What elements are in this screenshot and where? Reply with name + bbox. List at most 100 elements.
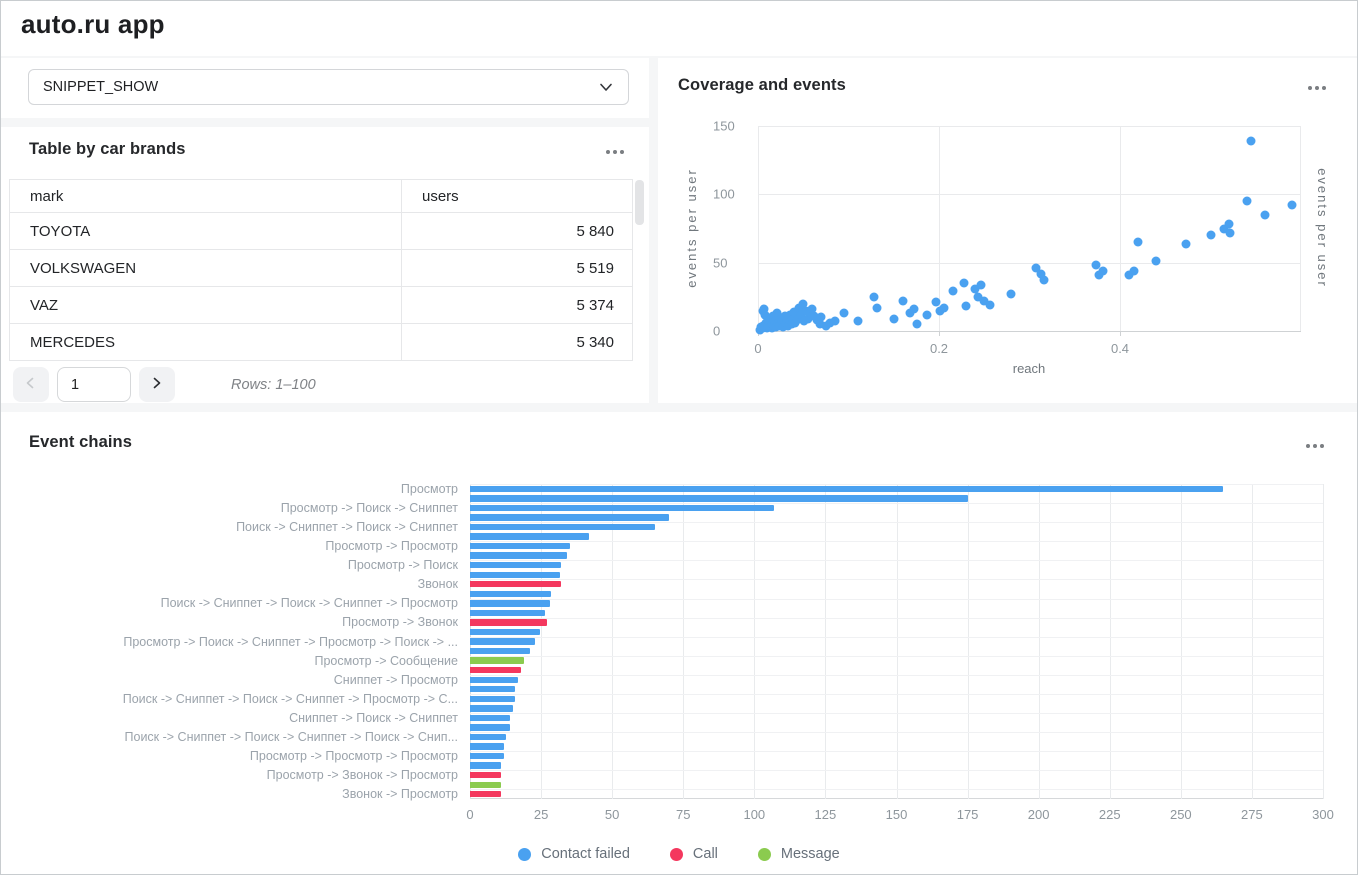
- page-number-input[interactable]: [57, 367, 131, 402]
- bar: [470, 657, 524, 663]
- legend-swatch-icon: [670, 848, 683, 861]
- cell-mark: TOYOTA: [10, 213, 402, 250]
- bar: [470, 533, 589, 539]
- bar: [470, 581, 561, 587]
- category-label: Поиск -> Сниппет -> Поиск -> Сниппет -> …: [123, 692, 458, 706]
- x-tick-label: 150: [886, 807, 908, 822]
- category-label: Просмотр -> Звонок -> Просмотр: [267, 768, 458, 782]
- dashboard-page: auto.ru app SNIPPET_SHOW Table by car br…: [0, 0, 1358, 875]
- table-pagination: Rows: 1–100: [13, 367, 316, 402]
- grid-line: [470, 751, 1323, 752]
- y-axis-title-left: events per user: [684, 168, 699, 288]
- event-chains-menu-button[interactable]: [1302, 438, 1328, 454]
- category-label: Звонок -> Просмотр: [342, 787, 458, 801]
- bar: [470, 782, 501, 788]
- category-label: Просмотр -> Поиск: [348, 558, 458, 572]
- x-tick-label: 300: [1312, 807, 1334, 822]
- x-axis-title: reach: [1013, 361, 1046, 376]
- coverage-widget-menu-button[interactable]: [1304, 80, 1330, 96]
- prev-page-button[interactable]: [13, 367, 49, 402]
- bar: [470, 629, 540, 635]
- category-label: Просмотр -> Просмотр -> Просмотр: [250, 749, 458, 763]
- bar: [470, 743, 504, 749]
- legend-label: Message: [781, 846, 840, 862]
- legend-item-contact_failed[interactable]: Contact failed: [518, 846, 630, 862]
- grid-line: [1323, 484, 1324, 799]
- scatter-point: [948, 287, 957, 296]
- x-tick-label: 0.2: [930, 341, 948, 356]
- bar: [470, 734, 506, 740]
- grid-line: [470, 675, 1323, 676]
- table-row: MERCEDES5 340: [10, 324, 633, 361]
- legend-swatch-icon: [518, 848, 531, 861]
- bar: [470, 696, 515, 702]
- scatter-point: [1206, 231, 1215, 240]
- grid-line: [470, 637, 1323, 638]
- category-label: Поиск -> Сниппет -> Поиск -> Сниппет: [236, 520, 458, 534]
- scatter-plot-area: [758, 126, 1301, 331]
- category-label: Сниппет -> Просмотр: [334, 673, 458, 687]
- scatter-point: [909, 305, 918, 314]
- scatter-point: [1007, 290, 1016, 299]
- bar: [470, 762, 501, 768]
- page-title: auto.ru app: [21, 9, 165, 40]
- table-row: VAZ5 374: [10, 287, 633, 324]
- y-tick-label: 50: [713, 255, 749, 270]
- cell-mark: VOLKSWAGEN: [10, 250, 402, 287]
- bar: [470, 715, 510, 721]
- event-type-select[interactable]: SNIPPET_SHOW: [28, 69, 629, 105]
- y-axis-title-right: events per user: [1315, 168, 1330, 288]
- scatter-point: [1152, 257, 1161, 266]
- table-scrollbar[interactable]: [635, 180, 644, 225]
- chevron-right-icon: [149, 375, 165, 394]
- x-tick-label: 100: [743, 807, 765, 822]
- cell-mark: MERCEDES: [10, 324, 402, 361]
- bar: [470, 791, 501, 797]
- bar: [470, 686, 515, 692]
- bar: [470, 514, 669, 520]
- scatter-point: [1242, 197, 1251, 206]
- column-header-mark[interactable]: mark: [10, 180, 402, 213]
- scatter-point: [960, 279, 969, 288]
- grid-line: [470, 789, 1323, 790]
- category-label: Поиск -> Сниппет -> Поиск -> Сниппет -> …: [161, 596, 458, 610]
- ellipsis-icon: [1308, 86, 1312, 90]
- legend-item-message[interactable]: Message: [758, 846, 840, 862]
- scatter-point: [1134, 238, 1143, 247]
- category-label: Просмотр -> Сообщение: [314, 654, 458, 668]
- table-widget-menu-button[interactable]: [602, 144, 628, 160]
- x-tick-label: 225: [1099, 807, 1121, 822]
- y-tick-label: 150: [713, 119, 749, 134]
- car-brands-table: markusers TOYOTA5 840VOLKSWAGEN5 519VAZ5…: [9, 179, 633, 361]
- header: auto.ru app: [1, 1, 1357, 56]
- x-tick-label: 75: [676, 807, 690, 822]
- scatter-point: [1226, 228, 1235, 237]
- category-label: Поиск -> Сниппет -> Поиск -> Сниппет -> …: [125, 730, 458, 744]
- bar: [470, 772, 501, 778]
- grid-line: [1120, 126, 1121, 331]
- cell-mark: VAZ: [10, 287, 402, 324]
- category-label: Просмотр -> Просмотр: [325, 539, 458, 553]
- bar: [470, 505, 774, 511]
- legend-item-call[interactable]: Call: [670, 846, 718, 862]
- bar: [470, 562, 561, 568]
- scatter-point: [872, 303, 881, 312]
- table-widget-title: Table by car brands: [29, 140, 186, 159]
- event-chains-title: Event chains: [29, 433, 132, 452]
- x-tick-label: 125: [815, 807, 837, 822]
- scatter-point: [1287, 201, 1296, 210]
- x-axis-line: [758, 331, 1301, 332]
- column-header-users[interactable]: users: [402, 180, 633, 213]
- x-tick-label: 0: [754, 341, 761, 356]
- scatter-point: [889, 314, 898, 323]
- y-tick-label: 0: [713, 324, 749, 339]
- bar: [470, 495, 968, 501]
- grid-line: [470, 541, 1323, 542]
- x-axis-tick: [939, 332, 940, 336]
- category-label: Сниппет -> Поиск -> Сниппет: [289, 711, 458, 725]
- scatter-point: [976, 280, 985, 289]
- bar: [470, 486, 1223, 492]
- next-page-button[interactable]: [139, 367, 175, 402]
- scatter-point: [1182, 239, 1191, 248]
- table-row: VOLKSWAGEN5 519: [10, 250, 633, 287]
